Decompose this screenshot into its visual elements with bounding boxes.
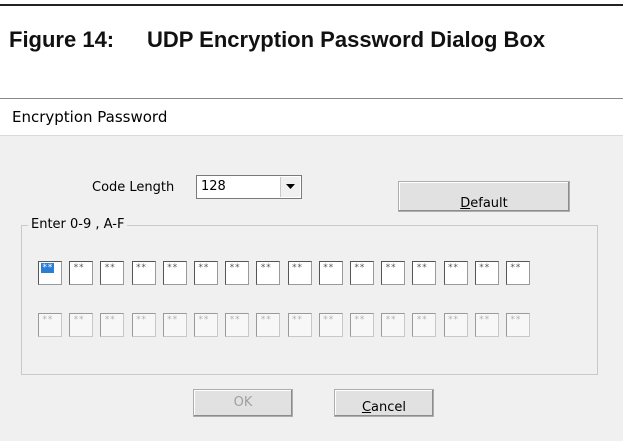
hex-input-field[interactable]: **	[412, 261, 437, 285]
default-button[interactable]: Default	[398, 181, 570, 212]
dialog-title: Encryption Password	[12, 108, 168, 126]
hex-input-value: **	[510, 315, 521, 325]
default-button-label: efault	[470, 196, 508, 211]
hex-input-field[interactable]: **	[100, 313, 125, 337]
dropdown-button[interactable]	[280, 177, 300, 197]
hex-entry-group	[21, 225, 598, 375]
hex-input-field[interactable]: **	[287, 261, 312, 285]
hex-input-field[interactable]: **	[38, 313, 62, 337]
hex-input-field[interactable]: **	[256, 261, 281, 285]
hex-input-value: **	[73, 263, 85, 273]
hex-input-field[interactable]: **	[443, 313, 468, 337]
cancel-button-label: ancel	[371, 400, 407, 415]
hex-input-field[interactable]: **	[131, 313, 156, 337]
code-length-label: Code Length	[92, 180, 175, 195]
hex-input-value: **	[447, 263, 459, 273]
hex-input-value: **	[322, 315, 334, 325]
hex-input-value: **	[354, 315, 365, 325]
hex-input-field[interactable]: **	[131, 261, 156, 285]
hex-input-field[interactable]: **	[474, 261, 499, 285]
hex-input-field[interactable]: **	[194, 261, 218, 285]
hex-input-value: **	[354, 263, 365, 273]
hex-input-value: **	[104, 315, 116, 325]
hex-input-value: **	[291, 263, 303, 273]
hex-input-value: **	[416, 263, 428, 273]
hex-input-value: **	[447, 315, 459, 325]
ok-button[interactable]: OK	[193, 389, 293, 417]
hex-input-value: **	[385, 263, 397, 273]
ok-button-label: OK	[233, 395, 253, 410]
hex-input-field[interactable]: **	[100, 261, 125, 285]
hex-input-field[interactable]: **	[318, 313, 343, 337]
hex-input-value: **	[291, 315, 303, 325]
hex-input-value: **	[229, 263, 241, 273]
hex-input-value: **	[198, 263, 209, 273]
hex-input-field[interactable]: **	[443, 261, 468, 285]
hex-input-value: **	[104, 263, 116, 273]
hex-input-value: **	[135, 263, 147, 273]
hex-input-field[interactable]: **	[350, 313, 374, 337]
hex-input-value: **	[510, 263, 521, 273]
code-length-select[interactable]: 128	[196, 175, 302, 199]
hex-input-value: **	[41, 263, 54, 273]
hex-input-value: **	[416, 315, 428, 325]
hex-input-field[interactable]: **	[506, 261, 530, 285]
hex-input-field[interactable]: **	[256, 313, 281, 337]
hex-input-value: **	[166, 315, 178, 325]
hex-input-field[interactable]: **	[69, 313, 94, 337]
hex-input-field[interactable]: **	[225, 313, 250, 337]
top-rule	[0, 4, 623, 6]
hex-input-field[interactable]: **	[38, 261, 62, 285]
hex-input-value: **	[478, 263, 490, 273]
hex-input-field[interactable]: **	[194, 313, 218, 337]
hex-input-value: **	[322, 263, 334, 273]
cancel-button-accel: C	[361, 400, 372, 415]
hex-input-field[interactable]: **	[381, 261, 406, 285]
hex-input-value: **	[260, 263, 272, 273]
dialog-titlebar[interactable]: Encryption Password	[0, 99, 623, 136]
cancel-button[interactable]: Cancel	[334, 389, 434, 417]
hex-input-field[interactable]: **	[69, 261, 94, 285]
default-button-accel: D	[460, 196, 471, 211]
encryption-password-dialog: Encryption Password Code Length 128 Defa…	[0, 98, 623, 441]
hex-input-value: **	[478, 315, 490, 325]
hex-input-value: **	[42, 315, 53, 325]
hex-input-field[interactable]: **	[506, 313, 530, 337]
hex-input-field[interactable]: **	[162, 261, 187, 285]
hex-input-value: **	[166, 263, 178, 273]
hex-input-field[interactable]: **	[381, 313, 406, 337]
hex-input-field[interactable]: **	[225, 261, 250, 285]
hex-input-value: **	[198, 315, 209, 325]
hex-input-value: **	[135, 315, 147, 325]
hex-input-value: **	[385, 315, 397, 325]
hex-input-field[interactable]: **	[350, 261, 374, 285]
code-length-value: 128	[201, 179, 226, 194]
hex-input-field[interactable]: **	[287, 313, 312, 337]
figure-title: UDP Encryption Password Dialog Box	[147, 27, 546, 52]
figure-label: Figure 14:	[9, 27, 115, 52]
chevron-down-icon	[286, 184, 295, 189]
hex-input-field[interactable]: **	[412, 313, 437, 337]
hex-input-value: **	[260, 315, 272, 325]
hex-input-value: **	[229, 315, 241, 325]
hex-input-field[interactable]: **	[318, 261, 343, 285]
hex-input-field[interactable]: **	[474, 313, 499, 337]
hex-input-value: **	[73, 315, 85, 325]
hex-entry-group-label: Enter 0-9 , A-F	[28, 217, 128, 232]
hex-input-field[interactable]: **	[162, 313, 187, 337]
